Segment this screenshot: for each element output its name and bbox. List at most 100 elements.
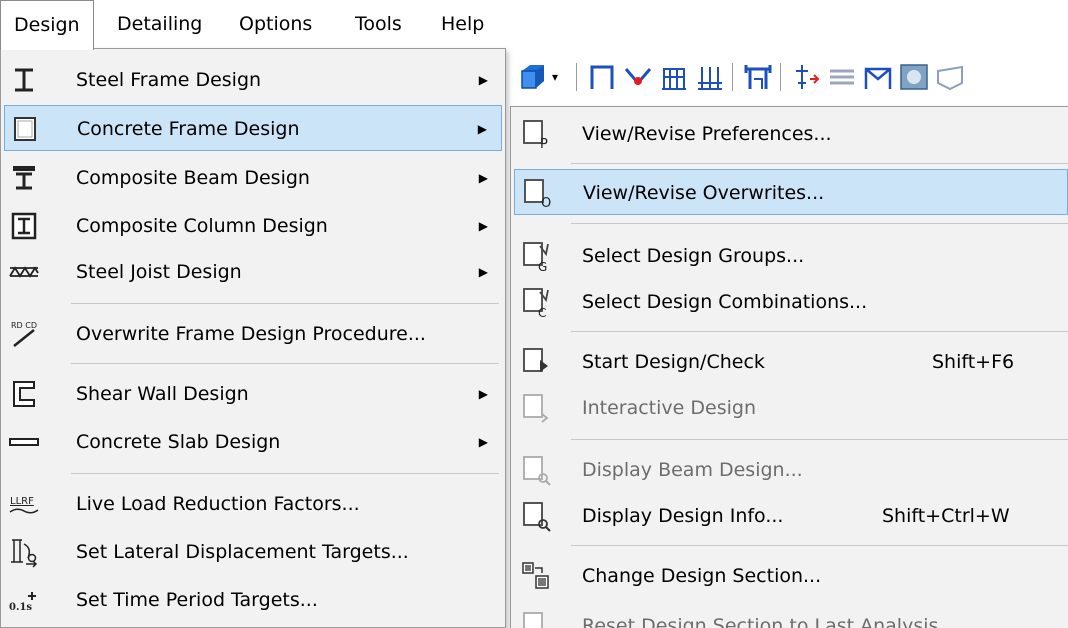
submenu-item-reset-design-section[interactable]: Reset Design Section to Last Analysis [514, 603, 1065, 628]
view-3d-button[interactable] [516, 61, 548, 93]
submenu-item-select-design-groups[interactable]: G Select Design Groups... [514, 233, 1065, 279]
deformed-icon [937, 65, 963, 91]
view-dropdown-arrow[interactable]: ▾ [552, 61, 568, 93]
composite-beam-icon [8, 162, 40, 194]
toolbar: ▾ [500, 48, 1068, 106]
menu-detailing[interactable]: Detailing [104, 0, 215, 48]
menu-separator [71, 363, 499, 364]
submenu-item-display-design-info[interactable]: Display Design Info... Shift+Ctrl+W [514, 493, 1065, 539]
submenu-arrow-icon: ▶ [478, 435, 488, 449]
assign-joint-button[interactable] [790, 61, 822, 93]
time-period-icon: 0.1s [8, 584, 40, 616]
svg-text:C: C [538, 306, 546, 318]
menu-separator [571, 223, 1068, 224]
design-menu: Steel Frame Design ▶ Concrete Frame Desi… [0, 48, 506, 628]
submenu-item-view-revise-preferences[interactable]: P View/Revise Preferences... [514, 111, 1065, 157]
menu-separator [571, 545, 1068, 546]
submenu-arrow-icon: ▶ [478, 265, 488, 279]
concrete-frame-design-submenu: P View/Revise Preferences... O View/Revi… [510, 106, 1068, 628]
submenu-item-start-design-check[interactable]: Start Design/Check Shift+F6 [514, 339, 1065, 385]
menu-separator [571, 439, 1068, 440]
toolbar-separator [732, 63, 733, 91]
overwrite-procedure-icon: RD CD [8, 318, 40, 350]
submenu-arrow-icon: ▶ [477, 122, 487, 136]
svg-text:LLRF: LLRF [10, 496, 34, 507]
menu-separator [571, 331, 1068, 332]
draw-support-button[interactable] [694, 61, 726, 93]
shortcut-text: Shift+F6 [932, 351, 1015, 373]
wall-icon [662, 68, 686, 90]
start-design-icon [520, 346, 552, 378]
menu-bar: Design Detailing Options Tools Help [0, 0, 1068, 50]
preferences-icon: P [520, 118, 552, 150]
steel-joist-icon [8, 256, 40, 288]
assign-frame-button[interactable] [862, 61, 894, 93]
menu-item-shear-wall-design[interactable]: Shear Wall Design ▶ [4, 371, 502, 417]
shear-wall-icon [8, 378, 40, 410]
menu-item-steel-frame-design[interactable]: Steel Frame Design ▶ [4, 57, 502, 103]
assign-load-button[interactable] [826, 61, 858, 93]
display-beam-icon [520, 454, 552, 486]
menu-item-composite-column-design[interactable]: Composite Column Design ▶ [4, 203, 502, 249]
concrete-slab-icon [8, 426, 40, 458]
composite-column-icon [8, 210, 40, 242]
draw-wall-button[interactable] [658, 61, 690, 93]
display-info-icon [520, 500, 552, 532]
llrf-icon: LLRF [8, 488, 40, 520]
menu-item-overwrite-frame-design-procedure[interactable]: RD CD Overwrite Frame Design Procedure..… [4, 311, 502, 357]
shortcut-text: Shift+Ctrl+W [882, 505, 1010, 527]
draw-beam-button[interactable] [742, 61, 774, 93]
submenu-arrow-icon: ▶ [478, 219, 488, 233]
svg-text:RD CD: RD CD [11, 321, 37, 330]
design-combinations-icon: C [520, 286, 552, 318]
svg-text:O: O [541, 196, 551, 209]
design-groups-icon: G [520, 240, 552, 272]
draw-frame-button[interactable] [586, 61, 618, 93]
svg-text:G: G [538, 260, 547, 272]
submenu-arrow-icon: ▶ [478, 73, 488, 87]
menu-item-live-load-reduction-factors[interactable]: LLRF Live Load Reduction Factors... [4, 481, 502, 527]
frame-icon [590, 65, 614, 89]
joint-icon [796, 65, 820, 89]
submenu-arrow-icon: ▶ [478, 387, 488, 401]
menu-separator [71, 303, 499, 304]
menu-item-set-lateral-displacement-targets[interactable]: Set Lateral Displacement Targets... [4, 529, 502, 575]
frame-assign-icon [864, 67, 892, 89]
display-deformed-button[interactable] [934, 61, 966, 93]
svg-text:0.1s: 0.1s [9, 602, 32, 613]
menu-item-set-time-period-targets[interactable]: 0.1s Set Time Period Targets... [4, 577, 502, 623]
steel-frame-icon [8, 64, 40, 96]
load-icon [830, 69, 854, 85]
submenu-item-change-design-section[interactable]: Change Design Section... [514, 553, 1065, 599]
submenu-item-view-revise-overwrites[interactable]: O View/Revise Overwrites... [514, 169, 1068, 215]
menu-separator [571, 163, 1068, 164]
menu-separator [71, 473, 499, 474]
menu-tools[interactable]: Tools [342, 0, 415, 48]
svg-text:P: P [540, 137, 548, 150]
menu-item-composite-beam-design[interactable]: Composite Beam Design ▶ [4, 155, 502, 201]
overwrites-icon: O [521, 177, 553, 209]
menu-item-concrete-frame-design[interactable]: Concrete Frame Design ▶ [4, 105, 502, 151]
change-section-icon [520, 560, 552, 592]
menu-help[interactable]: Help [428, 0, 497, 48]
interactive-design-icon [520, 392, 552, 424]
display-shell-button[interactable] [898, 61, 930, 93]
submenu-item-select-design-combinations[interactable]: C Select Design Combinations... [514, 279, 1065, 325]
submenu-item-display-beam-design[interactable]: Display Beam Design... [514, 447, 1065, 493]
support-icon [698, 67, 722, 90]
beam-icon [744, 65, 772, 89]
toolbar-separator [780, 63, 781, 91]
reset-section-icon [520, 610, 552, 628]
menu-options[interactable]: Options [226, 0, 325, 48]
submenu-arrow-icon: ▶ [478, 171, 488, 185]
concrete-frame-icon [9, 113, 41, 145]
menu-item-steel-joist-design[interactable]: Steel Joist Design ▶ [4, 249, 502, 295]
shell-icon [900, 64, 928, 90]
draw-brace-button[interactable] [622, 61, 654, 93]
menu-design[interactable]: Design [0, 0, 94, 50]
cube-icon [521, 65, 544, 89]
menu-item-concrete-slab-design[interactable]: Concrete Slab Design ▶ [4, 419, 502, 465]
lateral-displacement-icon [8, 536, 40, 568]
toolbar-separator [576, 63, 577, 91]
submenu-item-interactive-design[interactable]: Interactive Design [514, 385, 1065, 431]
